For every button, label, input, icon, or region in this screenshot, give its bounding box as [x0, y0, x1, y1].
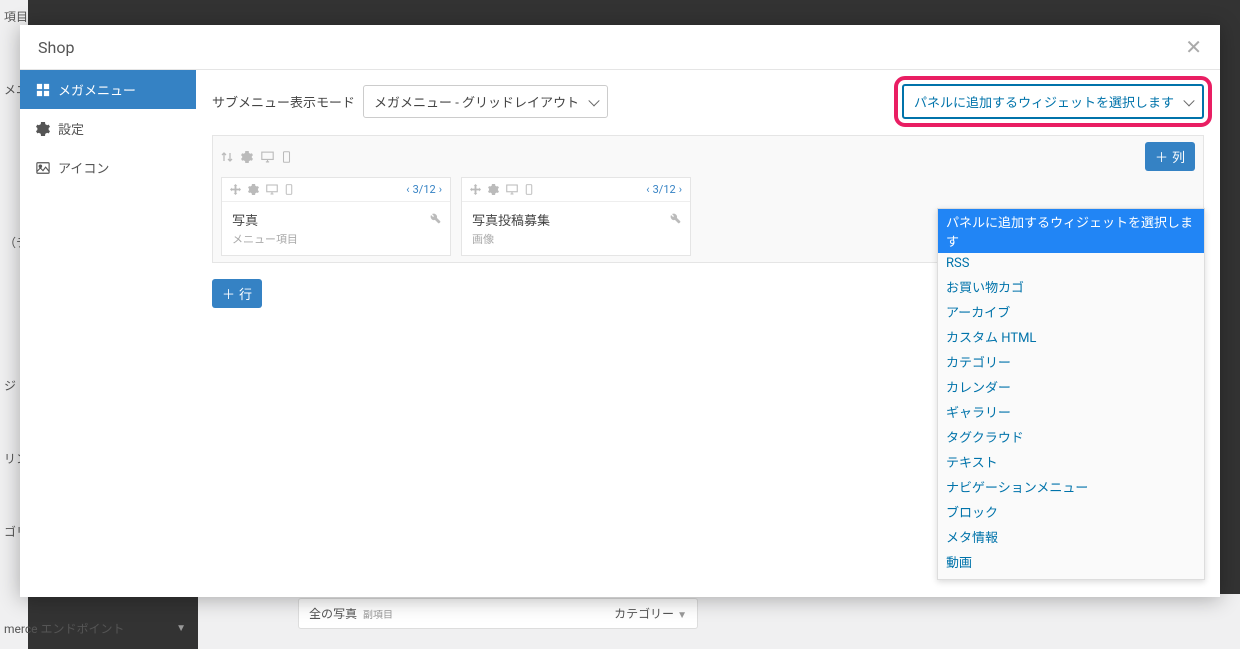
desktop-icon[interactable]	[261, 151, 274, 163]
chevron-right-icon[interactable]: ›	[679, 183, 682, 196]
dropdown-item[interactable]: パネルに追加するウィジェットを選択します	[938, 209, 1204, 253]
column-width: 3/12	[413, 183, 436, 196]
mobile-icon[interactable]	[285, 184, 293, 195]
dropdown-item[interactable]: 動画	[938, 549, 1204, 574]
content-toolbar: サブメニュー表示モード メガメニュー - グリッドレイアウト パネルに追加するウ…	[212, 84, 1204, 119]
mobile-icon[interactable]	[282, 151, 291, 163]
dropdown-item[interactable]: 商品を価格で絞り込む	[938, 574, 1204, 580]
modal-header: Shop ✕	[20, 25, 1220, 70]
wrench-icon[interactable]	[429, 210, 442, 229]
tab-settings[interactable]: 設定	[20, 109, 196, 148]
widget-dropdown[interactable]: パネルに追加するウィジェットを選択します RSS お買い物カゴ アーカイブ カス…	[937, 208, 1205, 580]
widget-item[interactable]: 写真投稿募集 画像	[462, 202, 690, 255]
mode-label: サブメニュー表示モード	[212, 92, 355, 111]
background-bottom: 全の写真副項目 カテゴリー ▼ merce エンドポイント▼	[198, 594, 1240, 649]
grid-column: ‹ 3/12 › 写真投稿募集 画像	[461, 177, 691, 256]
dropdown-item[interactable]: ブロック	[938, 499, 1204, 524]
desktop-icon[interactable]	[266, 184, 278, 195]
dropdown-item[interactable]: お買い物カゴ	[938, 274, 1204, 299]
tab-label: メガメニュー	[58, 80, 136, 99]
column-width: 3/12	[653, 183, 676, 196]
dropdown-item[interactable]: アーカイブ	[938, 299, 1204, 324]
widget-title: 写真	[232, 210, 440, 229]
dropdown-item[interactable]: ギャラリー	[938, 399, 1204, 424]
dropdown-item[interactable]: カスタム HTML	[938, 324, 1204, 349]
gear-icon[interactable]	[241, 151, 253, 163]
desktop-icon[interactable]	[506, 184, 518, 195]
bg-section-label: merce エンドポイント▼	[0, 610, 190, 647]
row-toolbar	[221, 151, 291, 163]
gear-icon[interactable]	[248, 184, 259, 195]
grid-column: ‹ 3/12 › 写真 メニュー項目	[221, 177, 451, 256]
widget-subtitle: メニュー項目	[232, 231, 440, 247]
tab-label: 設定	[58, 119, 84, 138]
tab-label: アイコン	[58, 158, 109, 177]
widget-select[interactable]: パネルに追加するウィジェットを選択します	[902, 84, 1204, 119]
tab-mega-menu[interactable]: メガメニュー	[20, 70, 196, 109]
add-row-button[interactable]: ＋ 行	[212, 279, 262, 308]
gear-icon[interactable]	[488, 184, 499, 195]
dropdown-item[interactable]: テキスト	[938, 449, 1204, 474]
chevron-right-icon[interactable]: ›	[439, 183, 442, 196]
widget-subtitle: 画像	[472, 231, 680, 247]
dropdown-item[interactable]: ナビゲーションメニュー	[938, 474, 1204, 499]
plus-icon: ＋	[1155, 147, 1168, 166]
dropdown-item[interactable]: タグクラウド	[938, 424, 1204, 449]
gear-icon	[36, 122, 50, 136]
sort-icon[interactable]	[221, 151, 233, 163]
dropdown-item[interactable]: メタ情報	[938, 524, 1204, 549]
dropdown-item[interactable]: RSS	[938, 253, 1204, 274]
move-icon[interactable]	[470, 184, 481, 195]
chevron-left-icon[interactable]: ‹	[406, 183, 409, 196]
move-icon[interactable]	[230, 184, 241, 195]
mega-menu-modal: Shop ✕ メガメニュー 設定 アイコン	[20, 25, 1220, 597]
mobile-icon[interactable]	[525, 184, 533, 195]
modal-content: サブメニュー表示モード メガメニュー - グリッドレイアウト パネルに追加するウ…	[196, 70, 1220, 597]
wrench-icon[interactable]	[669, 210, 682, 229]
add-column-button[interactable]: ＋ 列	[1145, 142, 1195, 171]
modal-title: Shop	[38, 38, 74, 57]
widget-title: 写真投稿募集	[472, 210, 680, 229]
grid-icon	[36, 83, 50, 97]
chevron-left-icon[interactable]: ‹	[646, 183, 649, 196]
plus-icon: ＋	[222, 284, 235, 303]
widget-item[interactable]: 写真 メニュー項目	[222, 202, 450, 255]
mode-select[interactable]: メガメニュー - グリッドレイアウト	[363, 85, 608, 118]
image-icon	[36, 161, 50, 175]
bg-menu-item: 全の写真副項目 カテゴリー ▼	[298, 598, 698, 629]
close-icon[interactable]: ✕	[1185, 37, 1202, 57]
dropdown-item[interactable]: カレンダー	[938, 374, 1204, 399]
dropdown-item[interactable]: カテゴリー	[938, 349, 1204, 374]
tab-icon[interactable]: アイコン	[20, 148, 196, 187]
modal-sidebar: メガメニュー 設定 アイコン	[20, 70, 196, 597]
